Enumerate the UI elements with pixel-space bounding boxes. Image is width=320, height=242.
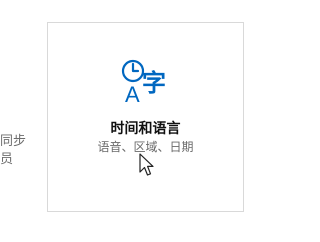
partial-label-line-1: 同步 bbox=[0, 134, 27, 149]
settings-page: 同步 员 A 字 时间和语言 语音、区域、日期 bbox=[0, 0, 277, 242]
mouse-pointer-icon bbox=[139, 153, 154, 176]
icon-letter: A bbox=[125, 82, 140, 107]
time-language-icon: A 字 bbox=[121, 59, 166, 107]
icon-character: 字 bbox=[142, 69, 166, 97]
partially-visible-tile-text: 同步 员 bbox=[0, 133, 36, 169]
tile-title: 时间和语言 bbox=[110, 121, 181, 137]
partial-label-line-2: 员 bbox=[0, 152, 14, 167]
time-and-language-tile[interactable]: A 字 时间和语言 语音、区域、日期 bbox=[47, 22, 244, 212]
